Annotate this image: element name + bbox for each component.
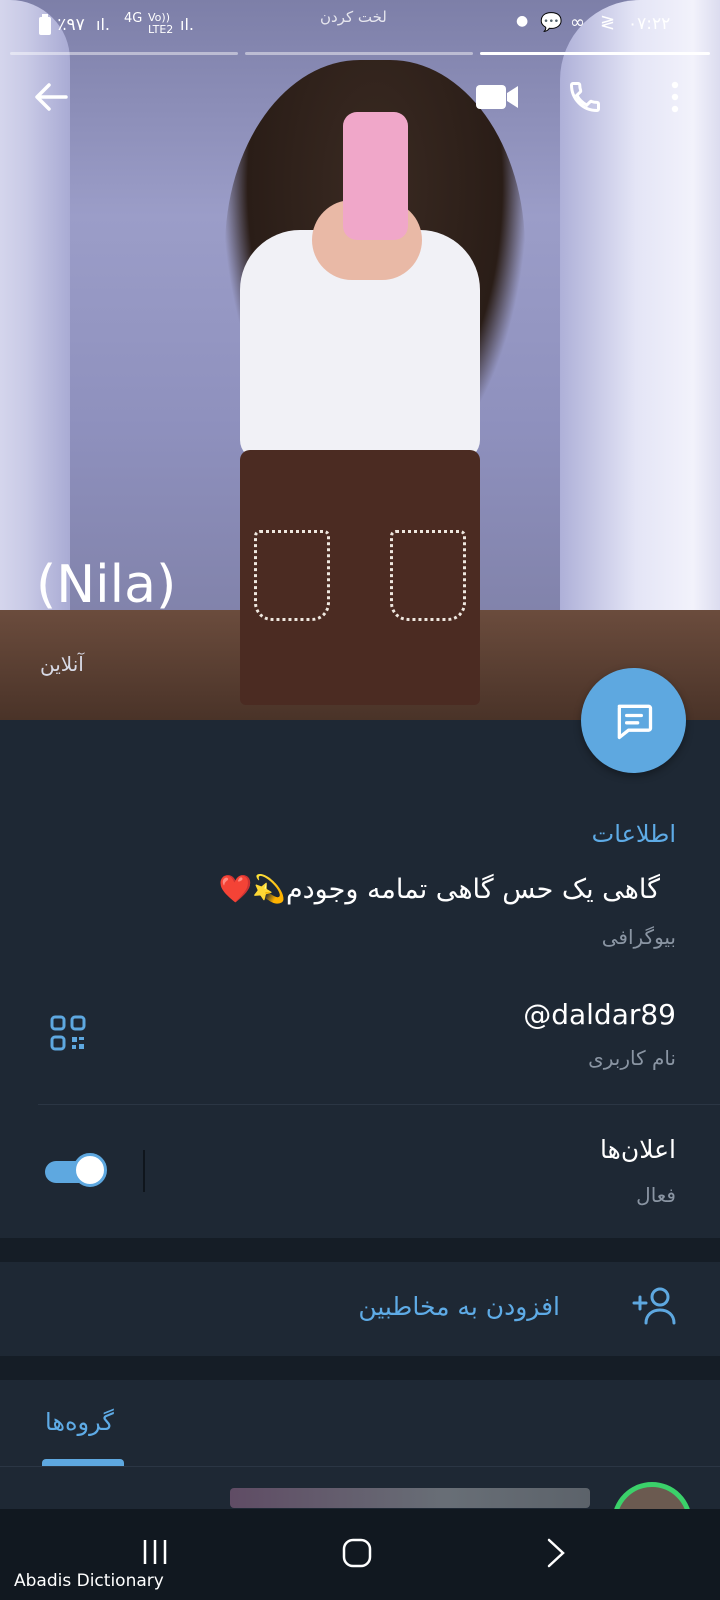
signal-icon-2: ıl.	[180, 15, 194, 34]
battery-indicator: ٪۹۷	[38, 14, 85, 36]
phone-icon	[569, 82, 600, 113]
profile-name: (Nila)	[36, 555, 177, 615]
username-label: نام کاربری	[588, 1046, 676, 1070]
home-icon	[342, 1538, 372, 1568]
add-contact-button[interactable]	[632, 1285, 678, 1329]
online-status: آنلاین	[40, 652, 84, 676]
status-center-text: لخت کردن	[320, 8, 387, 26]
app-label: Abadis Dictionary	[14, 1571, 164, 1591]
chevron-right-icon	[547, 1538, 565, 1568]
notifications-title[interactable]: اعلان‌ها	[600, 1135, 676, 1164]
info-section-title: اطلاعات	[591, 820, 676, 848]
info-divider	[38, 1104, 720, 1105]
chat-notification-icon: 💬	[540, 12, 563, 33]
video-call-button[interactable]	[472, 72, 522, 122]
tab-groups-indicator	[42, 1459, 124, 1466]
clock: ۰۷:۲۲	[628, 14, 671, 34]
photo-pocket-right	[390, 530, 466, 621]
photo-pocket-left	[254, 530, 330, 621]
add-user-icon	[632, 1287, 676, 1325]
section-gap	[0, 1238, 720, 1262]
bio-text[interactable]: گاهی یک حس گاهی تمامه وجودم💫❤️	[219, 873, 660, 905]
back-nav-button[interactable]	[545, 1537, 567, 1573]
volte-indicator: Vo)) LTE2	[148, 11, 174, 36]
dot-icon: ●	[516, 13, 529, 29]
app-notification-icon: ≷	[600, 12, 616, 33]
arrow-left-icon	[35, 83, 68, 111]
photo-indicator-3	[480, 52, 710, 55]
recents-button[interactable]	[140, 1537, 170, 1571]
tab-divider	[0, 1466, 720, 1467]
qr-code-button[interactable]	[50, 1015, 86, 1055]
status-bar: ٪۹۷ ıl. 4G Vo)) LTE2 ıl. لخت کردن ● 💬 ∞ …	[0, 0, 720, 50]
more-menu-button[interactable]	[650, 72, 700, 122]
more-vertical-icon	[671, 81, 679, 113]
photo-shorts	[240, 450, 480, 705]
notifications-status: فعال	[636, 1183, 676, 1207]
toggle-knob	[73, 1153, 107, 1187]
network-type: 4G	[124, 11, 143, 26]
qr-code-icon	[50, 1015, 86, 1051]
bio-label: بیوگرافی	[601, 925, 676, 949]
toggle-separator	[143, 1150, 145, 1192]
section-gap-2	[0, 1356, 720, 1380]
voice-call-button[interactable]	[560, 72, 610, 122]
add-contact-label[interactable]: افزودن به مخاطبین	[358, 1292, 560, 1321]
message-fab[interactable]	[581, 668, 686, 773]
home-button[interactable]	[341, 1537, 373, 1573]
back-button[interactable]	[26, 72, 76, 122]
photo-indicator-2	[245, 52, 473, 55]
infinity-icon: ∞	[570, 12, 585, 33]
photo-phone	[343, 112, 408, 240]
video-camera-icon	[476, 85, 518, 109]
message-icon	[617, 704, 652, 739]
username-value[interactable]: @daldar89	[523, 998, 676, 1031]
notifications-toggle[interactable]	[45, 1153, 109, 1187]
battery-icon	[39, 14, 51, 35]
recents-icon	[143, 1540, 167, 1564]
photo-indicator-1	[10, 52, 238, 55]
signal-icon: ıl.	[96, 15, 110, 34]
group-name-partial[interactable]	[230, 1488, 590, 1508]
tab-groups[interactable]: گروه‌ها	[45, 1408, 114, 1436]
